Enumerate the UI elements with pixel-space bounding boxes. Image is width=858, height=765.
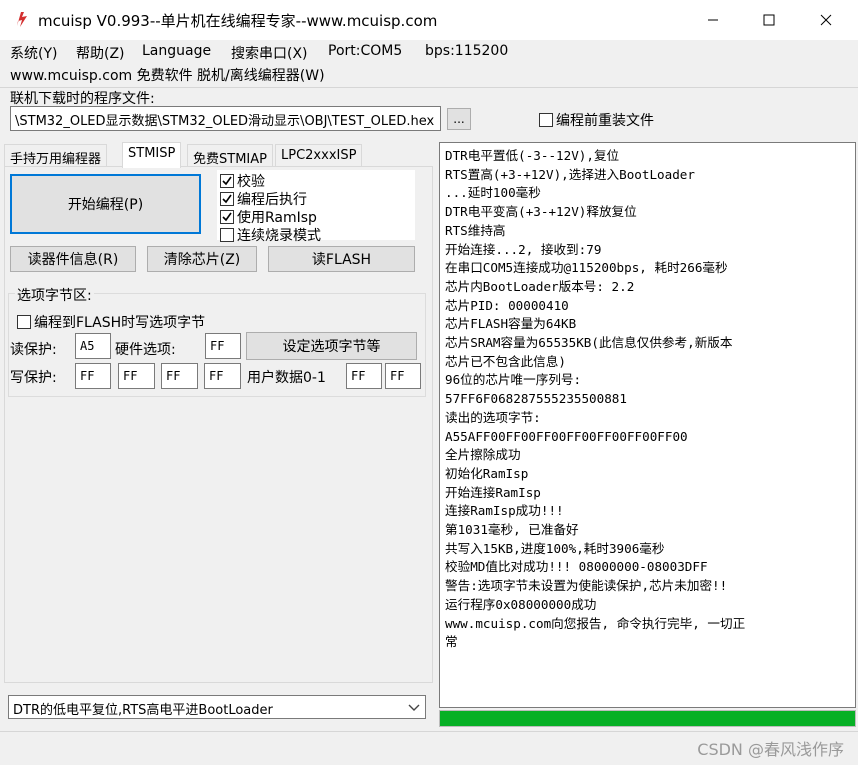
checkbox-box	[220, 228, 234, 242]
log-line: 连接RamIsp成功!!!	[445, 503, 564, 519]
start-programming-button[interactable]: 开始编程(P)	[10, 174, 201, 234]
use-ramisp-label: 使用RamIsp	[237, 210, 317, 226]
set-option-bytes-button[interactable]: 设定选项字节等	[246, 332, 417, 360]
program-file-input[interactable]: \STM32_OLED显示数据\STM32_OLED滑动显示\OBJ\TEST_…	[10, 106, 441, 131]
maximize-button[interactable]	[740, 0, 798, 40]
log-line: 57FF6F068287555235500881	[445, 391, 627, 407]
minimize-button[interactable]	[684, 0, 742, 40]
option-bytes-title: 选项字节区:	[15, 285, 94, 305]
tab-free-stmiap[interactable]: 免费STMIAP	[187, 144, 273, 167]
write-protect-field[interactable]: FF	[75, 363, 111, 389]
menu-bar: 系统(Y) 帮助(Z) Language 搜索串口(X) Port:COM5 b…	[0, 40, 858, 62]
program-option-bytes-checkbox[interactable]: 编程到FLASH时写选项字节	[17, 312, 205, 332]
close-icon	[820, 14, 832, 26]
read-device-info-button[interactable]: 读器件信息(R)	[10, 246, 136, 272]
log-line: 开始连接...2, 接收到:79	[445, 241, 602, 257]
check-icon	[220, 174, 234, 188]
erase-chip-button[interactable]: 清除芯片(Z)	[147, 246, 257, 272]
chevron-down-icon	[407, 700, 421, 718]
progress-bar	[439, 710, 856, 727]
use-ramisp-checkbox[interactable]: 使用RamIsp	[220, 207, 317, 227]
menu-baudrate[interactable]: bps:115200	[425, 43, 508, 59]
checkbox-box	[17, 315, 31, 329]
log-line: DTR电平置低(-3--12V),复位	[445, 148, 620, 163]
browse-button[interactable]: ...	[447, 108, 471, 130]
log-line: 96位的芯片唯一序列号:	[445, 372, 582, 388]
menu-help[interactable]: 帮助(Z)	[76, 43, 125, 63]
hw-option-field[interactable]: FF	[205, 333, 241, 359]
program-options: 校验 编程后执行 使用RamIsp 连续烧录模式	[217, 170, 415, 244]
log-line: 校验MD值比对成功!!! 08000000-08003DFF	[445, 559, 708, 575]
read-flash-button[interactable]: 读FLASH	[268, 246, 415, 272]
close-button[interactable]	[797, 0, 855, 40]
menu-offline-programmer[interactable]: www.mcuisp.com 免费软件 脱机/离线编程器(W)	[10, 65, 325, 85]
log-line: 芯片FLASH容量为64KB	[445, 316, 577, 332]
reset-mode-select[interactable]: DTR的低电平复位,RTS高电平进BootLoader	[8, 695, 426, 719]
window-title: mcuisp V0.993--单片机在线编程专家--www.mcuisp.com	[38, 12, 438, 30]
program-option-bytes-label: 编程到FLASH时写选项字节	[34, 315, 206, 331]
write-protect-field[interactable]: FF	[118, 363, 155, 389]
log-line: ...延时100毫秒	[445, 185, 541, 201]
user-data-label: 用户数据0-1	[247, 370, 326, 386]
write-protect-field[interactable]: FF	[161, 363, 198, 389]
reload-label: 编程前重装文件	[556, 113, 654, 129]
log-line: 芯片内BootLoader版本号: 2.2	[445, 278, 635, 294]
log-line: 初始化RamIsp	[445, 465, 529, 481]
menu-system[interactable]: 系统(Y)	[10, 43, 57, 63]
read-protect-field[interactable]: A5	[75, 333, 111, 359]
log-line: DTR电平变高(+3-+12V)释放复位	[445, 204, 637, 220]
log-line: 芯片PID: 00000410	[445, 297, 569, 313]
log-line: RTS置高(+3-+12V),选择进入BootLoader	[445, 166, 695, 182]
hw-option-label: 硬件选项:	[115, 342, 176, 358]
tab-lpc2xxxisp[interactable]: LPC2xxxISP	[275, 144, 363, 167]
continuous-burn-checkbox[interactable]: 连续烧录模式	[220, 225, 321, 245]
verify-label: 校验	[237, 174, 265, 190]
title-bar: mcuisp V0.993--单片机在线编程专家--www.mcuisp.com	[0, 0, 858, 40]
log-line: 读出的选项字节:	[445, 409, 541, 425]
menu-port[interactable]: Port:COM5	[328, 43, 402, 59]
check-icon	[220, 192, 234, 206]
reset-mode-value: DTR的低电平复位,RTS高电平进BootLoader	[13, 703, 273, 718]
run-after-program-label: 编程后执行	[237, 192, 307, 208]
log-line: 芯片已不包含此信息)	[445, 353, 566, 369]
log-line: 芯片SRAM容量为65535KB(此信息仅供参考,新版本	[445, 335, 733, 351]
tab-stmisp[interactable]: STMISP	[122, 142, 182, 168]
log-line: 第1031毫秒, 已准备好	[445, 522, 579, 538]
user-data-field[interactable]: FF	[346, 363, 382, 389]
mcuisp-logo-icon	[12, 9, 32, 29]
log-output[interactable]: DTR电平置低(-3--12V),复位 RTS置高(+3-+12V),选择进入Bo…	[439, 142, 856, 708]
file-label: 联机下载时的程序文件:	[10, 91, 155, 107]
read-protect-label: 读保护:	[10, 342, 57, 358]
write-protect-field[interactable]: FF	[204, 363, 241, 389]
log-line: A55AFF00FF00FF00FF00FF00FF00FF00	[445, 428, 688, 444]
continuous-burn-label: 连续烧录模式	[237, 228, 321, 244]
tab-handheld-programmer[interactable]: 手持万用编程器	[4, 144, 108, 167]
log-line: 开始连接RamIsp	[445, 484, 541, 500]
log-line: 警告:选项字节未设置为使能读保护,芯片未加密!!	[445, 578, 728, 594]
verify-checkbox[interactable]: 校验	[220, 171, 265, 191]
stmisp-panel	[4, 166, 433, 683]
run-after-program-checkbox[interactable]: 编程后执行	[220, 189, 307, 209]
watermark: CSDN @春风浅作序	[697, 740, 844, 759]
log-line: 在串口COM5连接成功@115200bps, 耗时266毫秒	[445, 260, 728, 276]
minimize-icon	[708, 19, 718, 21]
log-line: 常	[445, 634, 458, 650]
check-icon	[220, 210, 234, 224]
progress-fill	[440, 711, 855, 726]
maximize-icon	[763, 14, 775, 26]
checkbox-box	[539, 113, 553, 127]
log-line: 全片擦除成功	[445, 447, 521, 463]
log-line: 运行程序0x08000000成功	[445, 596, 597, 612]
log-line: www.mcuisp.com向您报告, 命令执行完毕, 一切正	[445, 615, 746, 631]
user-data-field[interactable]: FF	[385, 363, 421, 389]
log-line: RTS维持高	[445, 222, 506, 238]
menu-language[interactable]: Language	[142, 43, 211, 59]
log-line: 共写入15KB,进度100%,耗时3906毫秒	[445, 540, 665, 556]
menu-search-port[interactable]: 搜索串口(X)	[231, 43, 308, 63]
write-protect-label: 写保护:	[10, 370, 57, 386]
reload-before-program-checkbox[interactable]: 编程前重装文件	[539, 110, 654, 130]
